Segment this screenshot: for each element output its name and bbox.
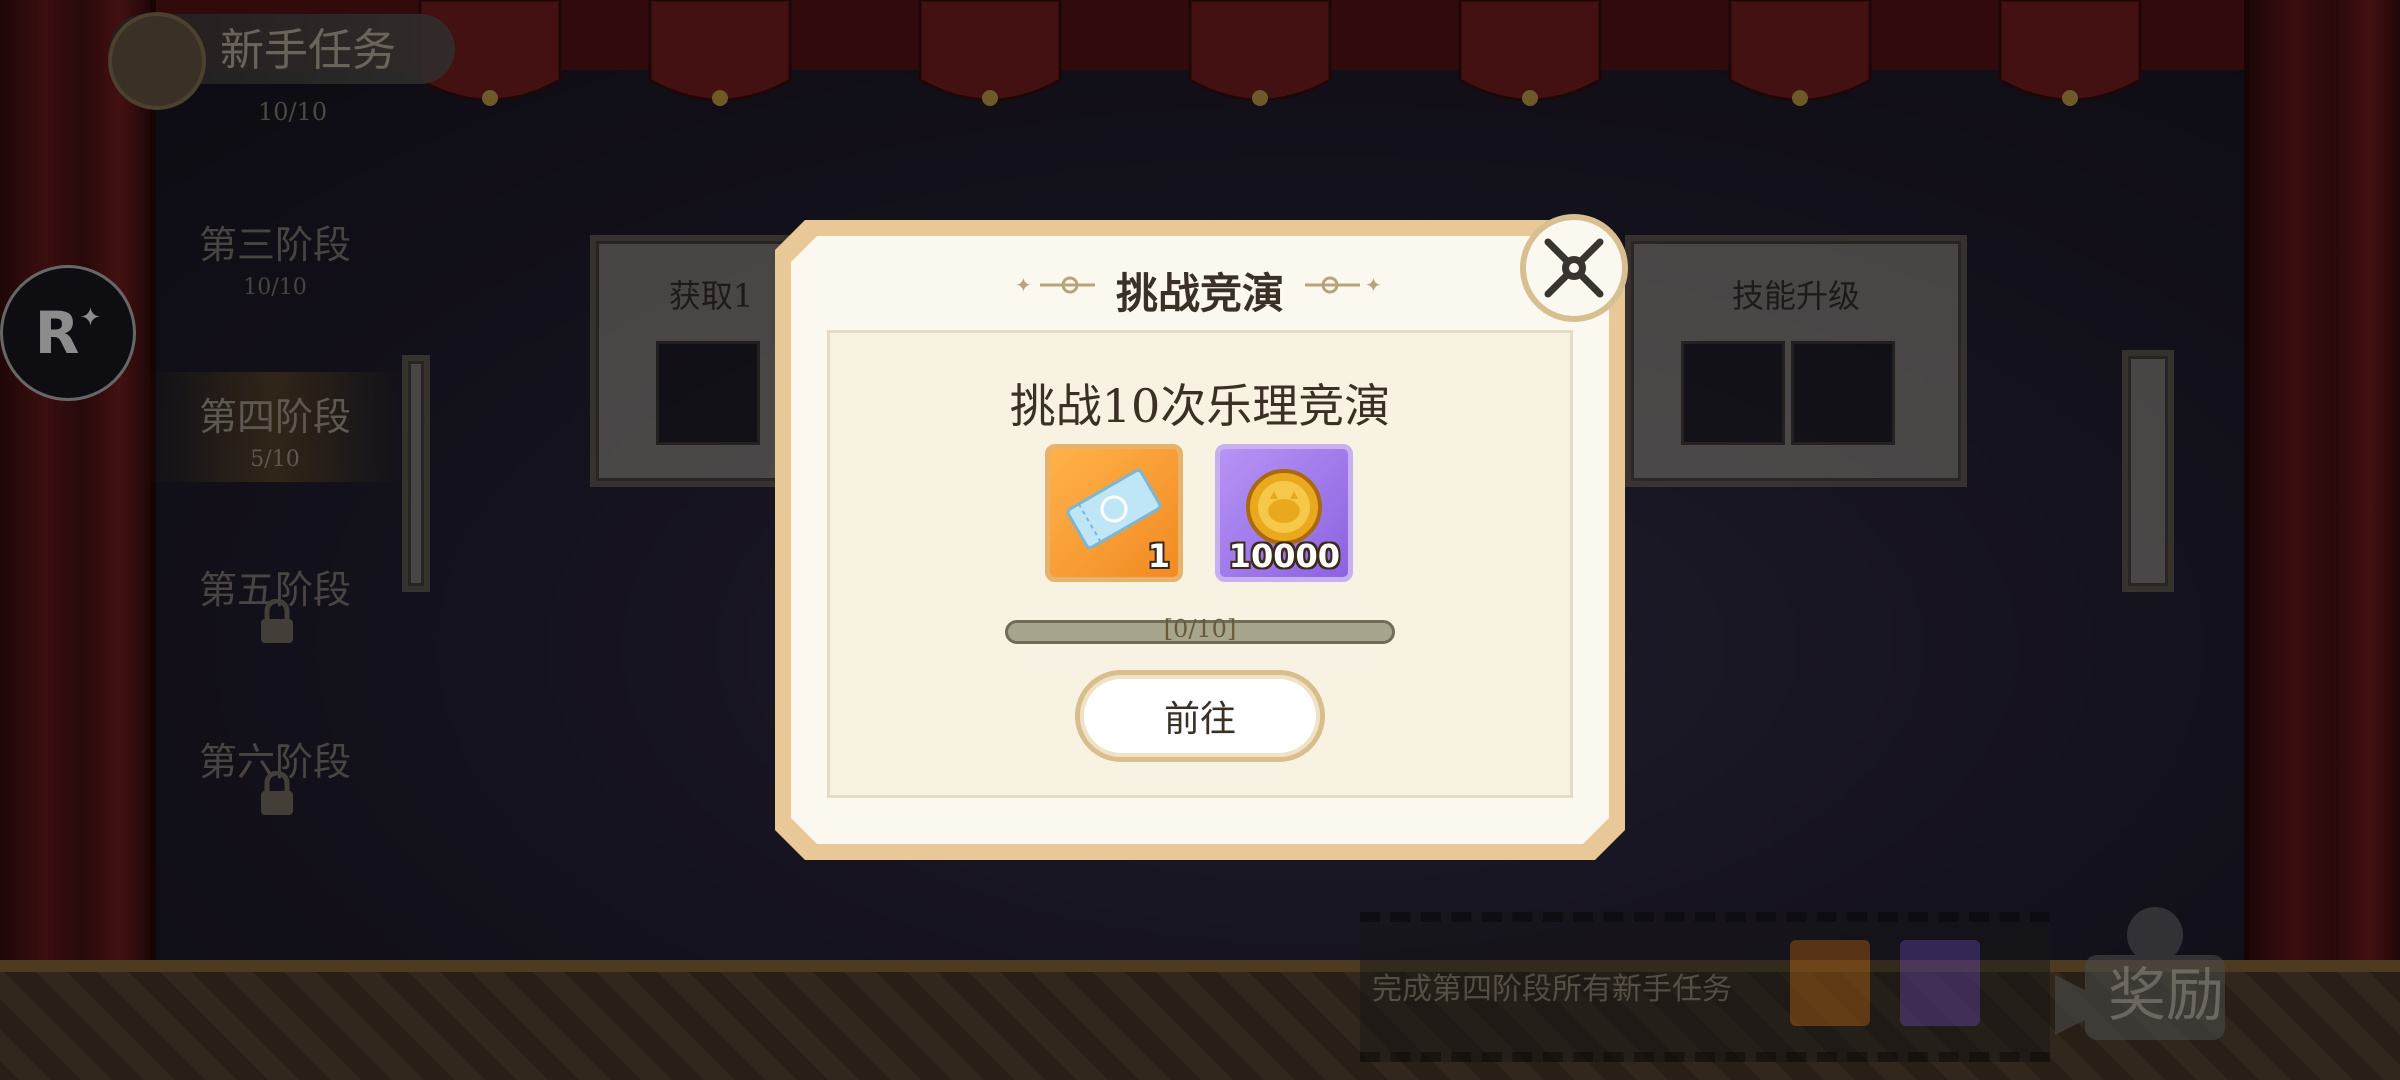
close-icon [1544, 238, 1604, 298]
task-progress-text: [0/10] [1163, 615, 1237, 643]
dialog-title: 挑战竞演 [1115, 269, 1284, 318]
goto-button-label: 前往 [1163, 699, 1236, 740]
reward-ticket-item[interactable]: 1 [1045, 444, 1183, 582]
challenge-dialog: ✦ 挑战竞演 ✦ 挑战10次乐理竞演 1 10000 [0/10] 前往 [775, 214, 1628, 860]
goto-button[interactable]: 前往 [1075, 670, 1325, 762]
title-flourish-right-icon: ✦ [1305, 273, 1382, 297]
reward-count: 1 [1147, 537, 1170, 575]
svg-text:✦: ✦ [1365, 273, 1382, 297]
reward-coin-item[interactable]: 10000 [1215, 444, 1353, 582]
task-description: 挑战10次乐理竞演 [1009, 379, 1391, 433]
close-button[interactable] [1520, 214, 1628, 322]
game-screen: 获取1 技能升级 新手任务 10/10 第三阶段 10/10 第四阶段 5/10… [0, 0, 2400, 1080]
reward-count: 10000 [1228, 537, 1340, 575]
